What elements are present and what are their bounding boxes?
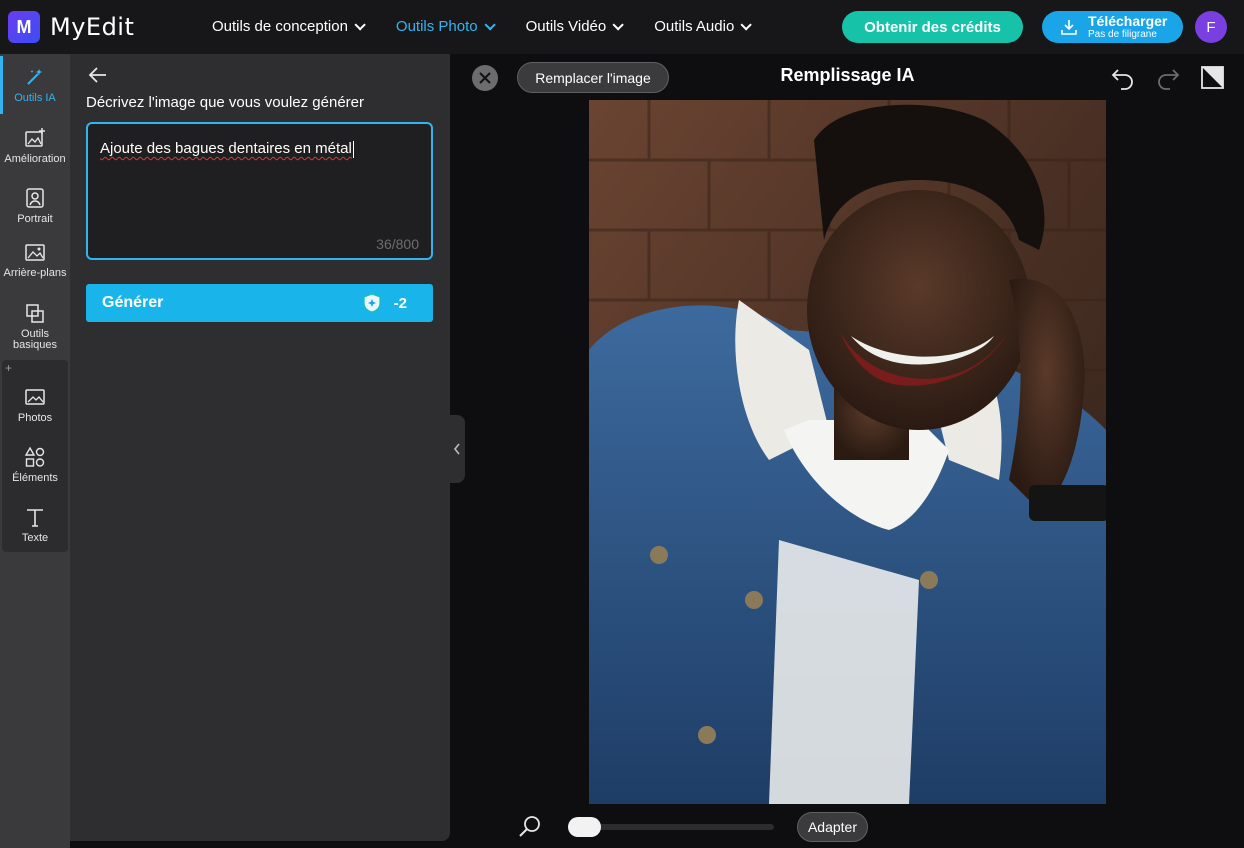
chevron-down-icon (354, 18, 366, 31)
sidebar-item-elements[interactable]: Éléments (2, 446, 68, 484)
zoom-slider-thumb[interactable] (567, 817, 601, 837)
nav-label: Outils Vidéo (525, 18, 607, 35)
credit-icon (363, 293, 381, 313)
credit-cost: -2 (362, 293, 407, 313)
top-bar: M MyEdit Outils de conception Outils Pho… (0, 0, 1244, 54)
download-label: Télécharger (1088, 13, 1168, 29)
generate-label: Générer (102, 294, 164, 311)
download-button[interactable]: Télécharger Pas de filigrane (1042, 11, 1183, 43)
logo-mark: M (8, 11, 40, 43)
crop-icon (26, 304, 44, 323)
undo-icon[interactable] (1110, 64, 1136, 90)
sidebar-item-label: Éléments (12, 472, 58, 484)
collapse-panel-button[interactable] (449, 415, 465, 483)
nav-design-tools[interactable]: Outils de conception (212, 18, 366, 35)
sidebar-item-enhance[interactable]: Amélioration (2, 127, 68, 165)
prompt-textarea[interactable]: Ajoute des bagues dentaires en métal 36/… (86, 122, 433, 260)
sidebar-item-label: Photos (17, 412, 53, 424)
user-avatar[interactable]: F (1195, 11, 1227, 43)
nav-label: Outils Photo (395, 18, 478, 35)
sidebar-item-ai-tools[interactable]: Outils IA (2, 66, 68, 104)
sidebar-item-photos[interactable]: Photos (2, 386, 68, 424)
chevron-down-icon (612, 18, 625, 31)
zoom-icon[interactable] (518, 815, 542, 839)
download-sublabel: Pas de filigrane (1088, 29, 1157, 40)
get-credits-button[interactable]: Obtenir des crédits (842, 11, 1023, 43)
shapes-icon (24, 446, 45, 467)
logo-text: MyEdit (50, 13, 135, 41)
portrait-photo (589, 100, 1106, 804)
app-logo[interactable]: M MyEdit (8, 11, 134, 43)
chevron-down-icon (740, 18, 753, 31)
canvas-title: Remplissage IA (780, 65, 915, 85)
prompt-value: Ajoute des bagues dentaires en métal (100, 140, 354, 158)
sidebar-item-backgrounds[interactable]: Arrière-plans (2, 242, 68, 279)
nav-photo-tools[interactable]: Outils Photo (395, 18, 496, 35)
sidebar-item-text[interactable]: Texte (2, 506, 68, 544)
main-nav: Outils de conception Outils Photo Outils… (212, 18, 782, 35)
background-icon (25, 244, 45, 261)
nav-audio-tools[interactable]: Outils Audio (654, 18, 753, 35)
portrait-icon (26, 188, 44, 208)
close-button[interactable] (472, 65, 498, 91)
image-enhance-icon (25, 128, 45, 147)
sidebar-item-portrait[interactable]: Portrait (2, 187, 68, 225)
photo-icon (25, 389, 45, 405)
nav-label: Outils Audio (654, 18, 735, 35)
panel-title: Décrivez l'image que vous voulez générer (86, 94, 365, 111)
character-counter: 36/800 (376, 236, 419, 252)
replace-image-button[interactable]: Remplacer l'image (517, 62, 669, 93)
sidebar-item-label: Outils basiques (12, 328, 58, 351)
close-icon (479, 72, 491, 84)
plus-icon[interactable]: + (5, 361, 12, 375)
sidebar-item-label: Amélioration (4, 153, 66, 165)
chevron-down-icon (484, 18, 496, 31)
sidebar-item-label: Arrière-plans (3, 267, 67, 279)
text-icon (27, 509, 43, 527)
generate-button[interactable]: Générer -2 (86, 284, 433, 322)
sidebar-item-label: Portrait (17, 213, 53, 225)
download-icon (1061, 20, 1077, 35)
sidebar-item-label: Outils IA (14, 92, 56, 104)
text-caret (352, 140, 354, 158)
redo-icon[interactable] (1155, 64, 1181, 90)
back-arrow-icon[interactable] (88, 66, 108, 84)
credit-cost-value: -2 (393, 294, 407, 312)
sidebar-item-basic-tools[interactable]: Outils basiques (2, 303, 68, 351)
nav-label: Outils de conception (212, 18, 348, 35)
magic-wand-icon (27, 69, 42, 85)
nav-video-tools[interactable]: Outils Vidéo (525, 18, 625, 35)
sidebar-item-label: Texte (21, 532, 49, 544)
fit-button[interactable]: Adapter (797, 812, 868, 842)
chevron-left-icon (453, 443, 460, 455)
edited-image[interactable] (589, 100, 1106, 804)
compare-icon[interactable] (1200, 64, 1226, 90)
